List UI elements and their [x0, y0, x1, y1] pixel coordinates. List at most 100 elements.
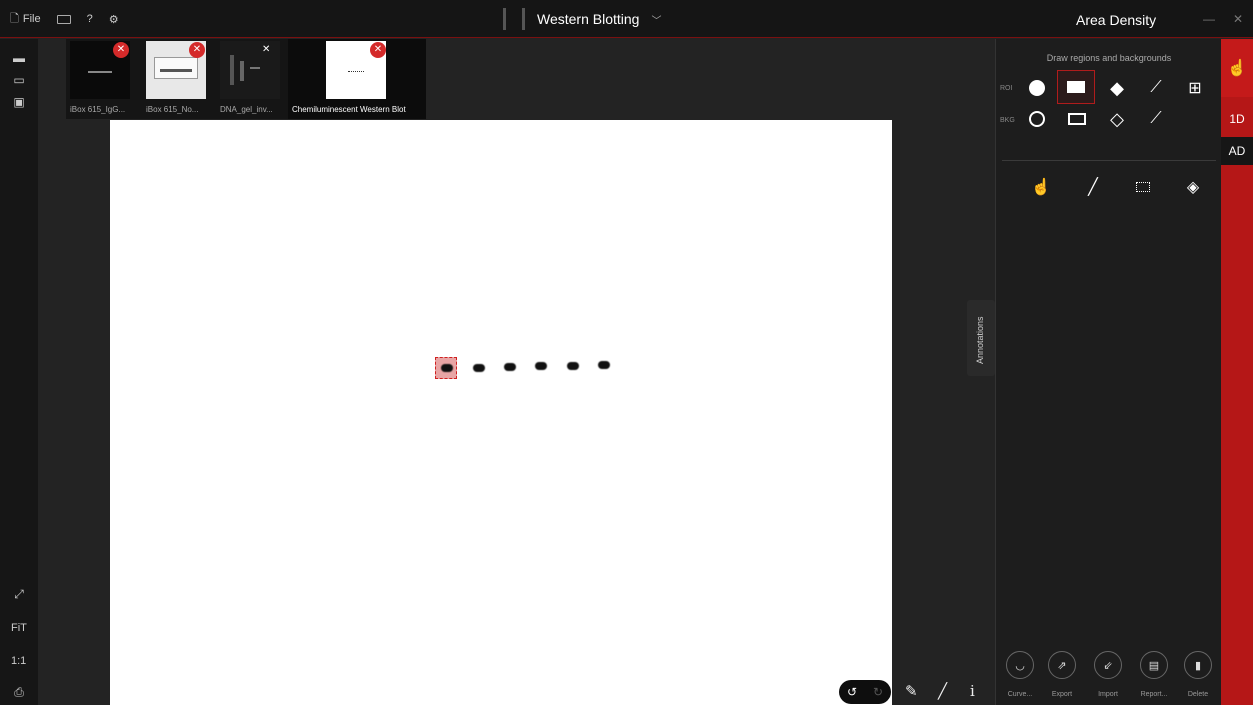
expand-icon[interactable]: ⤢: [12, 587, 26, 601]
pencil-icon: ╱: [1088, 179, 1098, 196]
blot-band: [441, 364, 453, 372]
import-button[interactable]: ⇙: [1094, 651, 1122, 679]
touch-icon: ☝: [1227, 60, 1247, 77]
report-button[interactable]: ▤: [1140, 651, 1168, 679]
left-toolbar: ▬ ▭ ▣ ⤢ FiT 1:1 ⎙: [0, 39, 38, 705]
thumbnail-item[interactable]: ✕ iBox 615_No...: [142, 39, 214, 119]
blot-band: [567, 362, 579, 370]
bkg-ellipse-tool[interactable]: [1018, 102, 1056, 136]
undo-redo-group: ↺ ↻: [839, 680, 891, 704]
thumbnail-label: iBox 615_IgG...: [70, 105, 126, 114]
module-selector[interactable]: Western Blotting ﹀: [503, 0, 661, 38]
roi-rectangle-tool[interactable]: [1057, 70, 1095, 104]
thumbnail-item[interactable]: ✕ DNA_gel_inv...: [216, 39, 286, 119]
top-bar: 🗋 File ? ⚙ Western Blotting ﹀ Area Densi…: [0, 0, 1253, 38]
report-icon: ▤: [1148, 659, 1160, 672]
polygon-outline-icon: ◇: [1110, 108, 1124, 129]
rectangle-filled-icon: [1067, 81, 1085, 93]
curve-button[interactable]: ◡: [1006, 651, 1034, 679]
save-all-icon[interactable]: ▣: [12, 95, 26, 109]
delete-label: Delete: [1187, 691, 1209, 698]
circle-outline-icon: [1029, 111, 1045, 127]
polygon-filled-icon: ◆: [1110, 77, 1124, 98]
pen-icon[interactable]: ╱: [938, 682, 947, 700]
bkg-polygon-tool[interactable]: ◇: [1098, 102, 1136, 136]
top-left-menu: 🗋 File ? ⚙: [10, 0, 119, 38]
close-button[interactable]: ✕: [1233, 12, 1243, 26]
magic-wand-icon: ⟋: [1150, 79, 1162, 96]
close-thumbnail-icon[interactable]: ✕: [189, 42, 205, 58]
file-menu-label: File: [22, 13, 41, 25]
module-icon: [503, 8, 525, 30]
rectangle-outline-icon: [1068, 113, 1086, 125]
trash-icon: ▮: [1194, 659, 1202, 672]
close-thumbnail-icon[interactable]: ✕: [113, 42, 129, 58]
roi-row-label: ROI: [1000, 85, 1013, 92]
help-button[interactable]: ?: [87, 13, 93, 25]
annotations-tab-label: Annotations: [975, 316, 985, 364]
eraser-tool[interactable]: ◈: [1174, 170, 1212, 204]
bkg-row-label: BKG: [1000, 117, 1015, 124]
import-icon: ⇙: [1103, 659, 1113, 672]
annotations-tab[interactable]: Annotations: [967, 300, 995, 376]
blot-band: [535, 362, 547, 370]
report-label: Report...: [1140, 691, 1168, 698]
export-icon: ⇗: [1057, 659, 1067, 672]
chevron-down-icon: ﹀: [651, 15, 662, 27]
thumbnail-image: [220, 41, 280, 99]
thumbnail-label: iBox 615_No...: [146, 105, 199, 114]
thumbnail-label: Chemiluminescent Western Blot: [292, 105, 406, 114]
curve-label: Curve...: [1007, 691, 1033, 698]
redo-icon[interactable]: ↻: [873, 685, 883, 699]
magic-wand-outline-icon: ⟋: [1150, 110, 1162, 127]
touch-mode-button[interactable]: ☝: [1221, 39, 1253, 97]
minimize-button[interactable]: —: [1203, 12, 1215, 26]
image-thumbnails: ✕ iBox 615_IgG... ✕ iBox 615_No... ✕ DNA…: [66, 39, 426, 119]
fit-button[interactable]: FiT: [11, 622, 27, 634]
one-to-one-button[interactable]: 1:1: [11, 655, 26, 667]
hand-tool[interactable]: ☝: [1022, 170, 1060, 204]
thumbnail-label: DNA_gel_inv...: [220, 105, 273, 114]
blot-band: [473, 364, 485, 372]
open-folder-icon[interactable]: ▬: [12, 51, 26, 65]
save-icon[interactable]: ▭: [12, 73, 26, 87]
export-button[interactable]: ⇗: [1048, 651, 1076, 679]
close-thumbnail-icon[interactable]: ✕: [370, 42, 386, 58]
roi-magic-wand-tool[interactable]: ⟋: [1137, 71, 1175, 105]
roi-ellipse-tool[interactable]: [1018, 71, 1056, 105]
selection-tool[interactable]: [1124, 170, 1162, 204]
tab-ad[interactable]: AD: [1221, 137, 1253, 165]
pencil-tool[interactable]: ╱: [1074, 170, 1112, 204]
roi-polygon-tool[interactable]: ◆: [1098, 71, 1136, 105]
print-icon[interactable]: ⎙: [12, 685, 26, 699]
panel-title: Area Density: [1076, 12, 1157, 28]
curve-icon: ◡: [1015, 659, 1025, 672]
undo-icon[interactable]: ↺: [847, 685, 857, 699]
tab-1d[interactable]: 1D: [1221, 101, 1253, 137]
mode-strip: ☝ 1D AD: [1221, 39, 1253, 705]
right-panel: Draw regions and backgrounds ROI ◆ ⟋ ⊞ B…: [995, 39, 1221, 705]
circle-filled-icon: [1029, 80, 1045, 96]
roi-grid-tool[interactable]: ⊞: [1176, 71, 1214, 105]
delete-button[interactable]: ▮: [1184, 651, 1212, 679]
gear-icon[interactable]: ⚙: [109, 13, 119, 26]
import-label: Import: [1098, 691, 1118, 698]
file-menu[interactable]: 🗋 File: [10, 10, 41, 29]
hide-annotations-icon[interactable]: ✎: [905, 682, 918, 700]
marquee-select-icon: [1136, 182, 1150, 192]
hand-icon: ☝: [1031, 179, 1051, 196]
divider: [1002, 160, 1216, 161]
thumbnail-item[interactable]: ✕ iBox 615_IgG...: [66, 39, 138, 119]
keyboard-icon[interactable]: [56, 14, 71, 24]
image-canvas[interactable]: [110, 120, 892, 705]
thumbnail-item-active[interactable]: ✕ Chemiluminescent Western Blot: [288, 39, 426, 119]
bkg-magic-wand-tool[interactable]: ⟋: [1137, 102, 1175, 136]
info-icon[interactable]: i: [970, 682, 975, 700]
close-thumbnail-icon[interactable]: ✕: [262, 44, 270, 55]
export-label: Export: [1051, 691, 1073, 698]
eraser-icon: ◈: [1186, 179, 1200, 196]
blot-band: [598, 361, 610, 369]
module-title: Western Blotting: [537, 11, 640, 27]
bkg-rectangle-tool[interactable]: [1058, 102, 1096, 136]
grid-icon: ⊞: [1188, 80, 1202, 97]
